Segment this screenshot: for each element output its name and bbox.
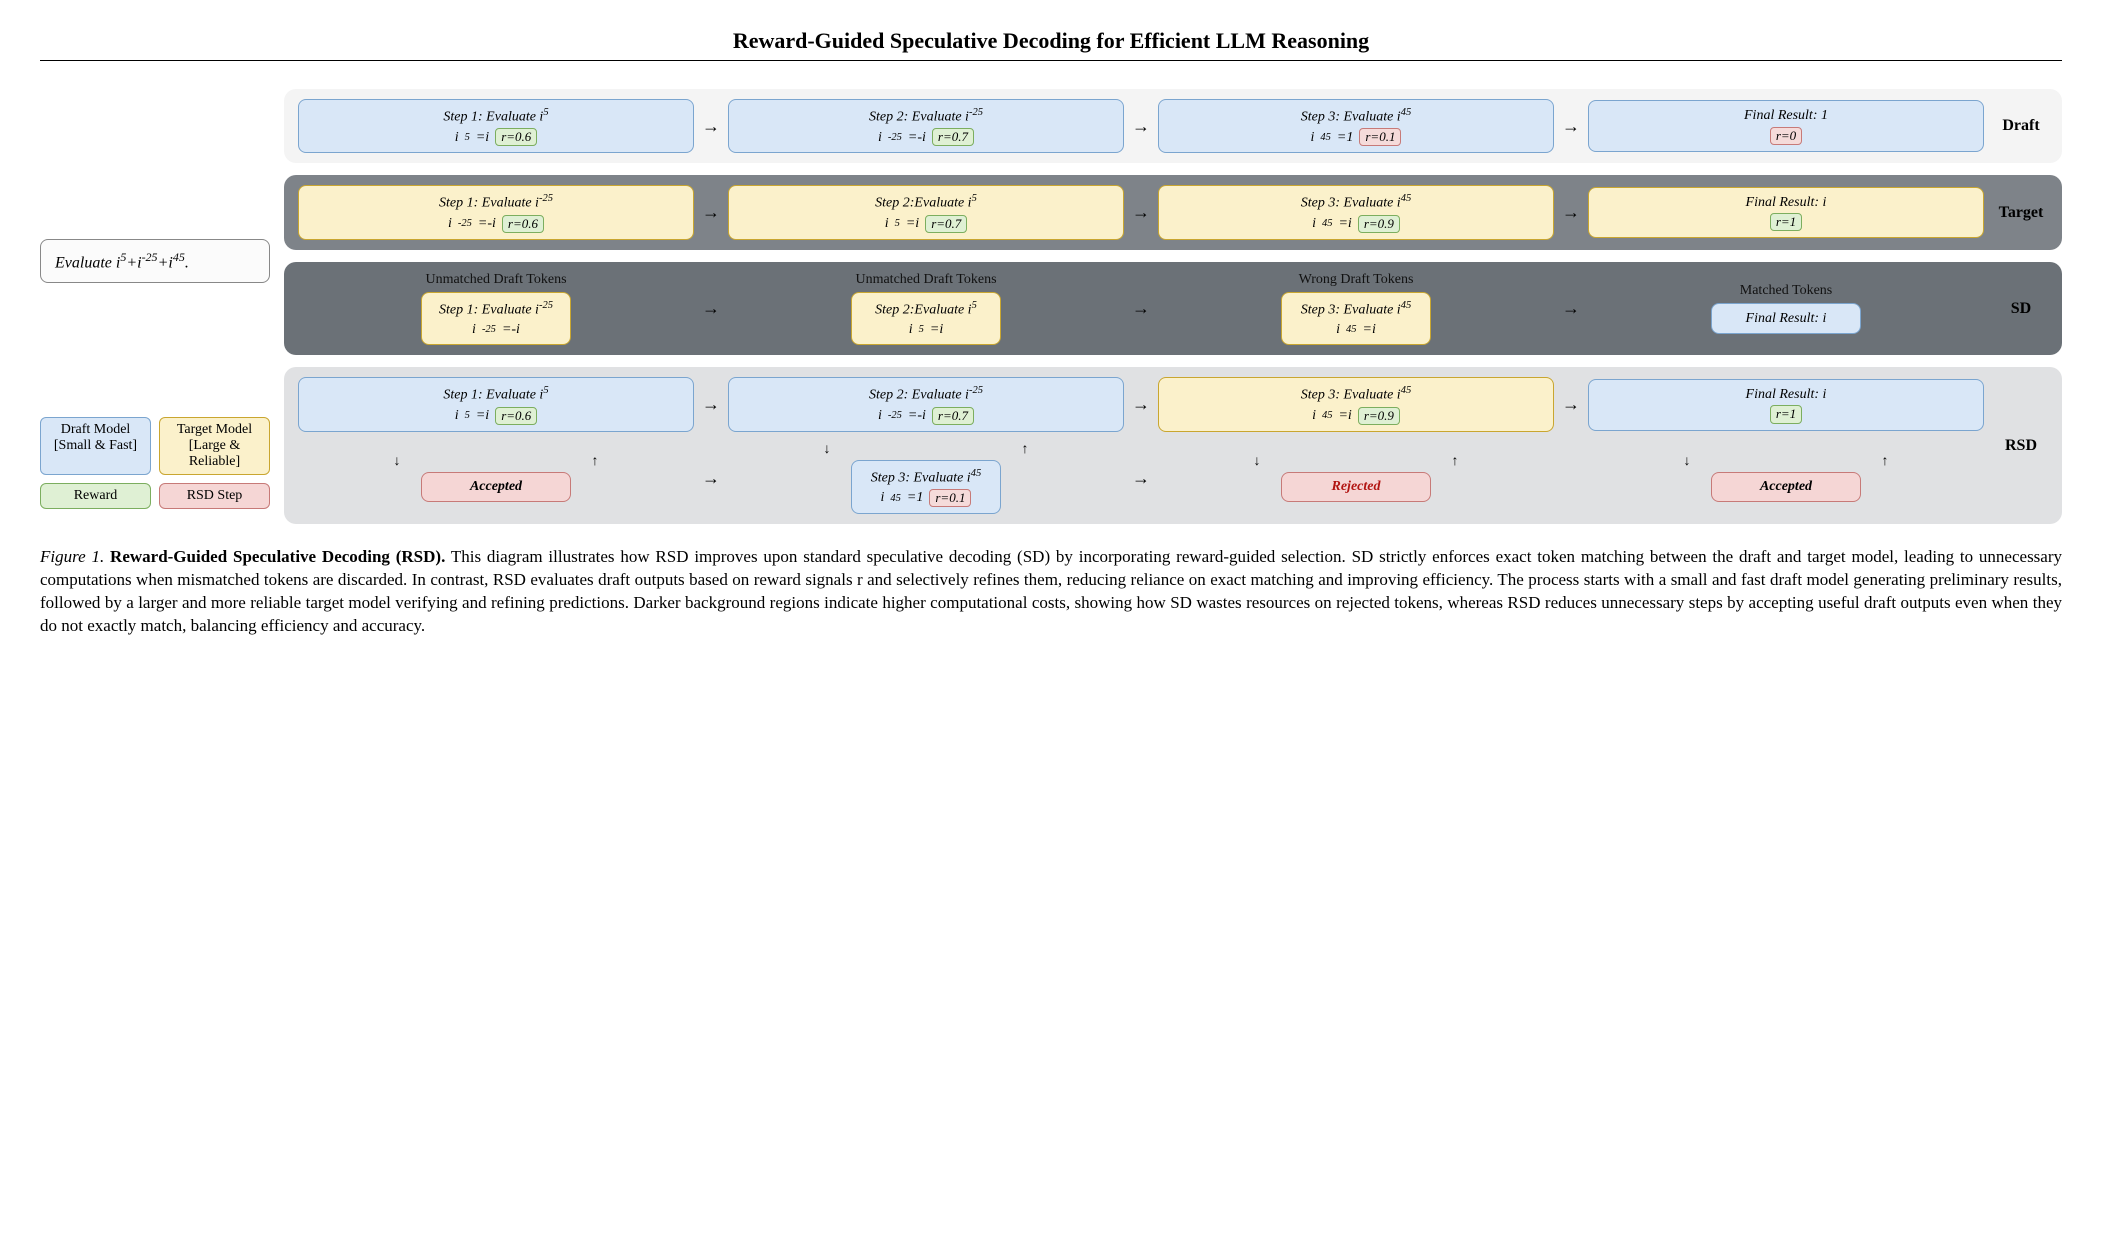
sd-header: Unmatched Draft Tokens bbox=[425, 272, 566, 288]
arrow-right-icon: → bbox=[1132, 468, 1150, 489]
row-draft-label: Draft bbox=[1994, 117, 2048, 135]
sd-column: Matched Tokens Final Result: i bbox=[1588, 283, 1984, 335]
spacer bbox=[1562, 468, 1580, 489]
legend: Draft Model [Small & Fast] Target Model … bbox=[40, 417, 270, 509]
arrow-right-icon: → bbox=[1132, 394, 1150, 415]
step-card: Step 3: Evaluate i45i45=i r=0.9 bbox=[1158, 377, 1554, 431]
step-card: Step 1: Evaluate i-25i-25=-i r=0.6 bbox=[298, 185, 694, 239]
sd-header: Matched Tokens bbox=[1740, 283, 1832, 299]
arrow-right-icon: → bbox=[1562, 116, 1580, 137]
reward-chip: r=0.1 bbox=[1359, 128, 1401, 146]
arrow-right-icon: → bbox=[1132, 116, 1150, 137]
row-rsd-label: RSD bbox=[1994, 437, 2048, 455]
step-card: Final Result: i r=1 bbox=[1588, 187, 1984, 239]
arrow-updown-icon: ↓↑ bbox=[1158, 454, 1554, 470]
arrow-right-icon: → bbox=[1562, 394, 1580, 415]
legend-draft: Draft Model [Small & Fast] bbox=[40, 417, 151, 475]
legend-rsd: RSD Step bbox=[159, 483, 270, 509]
arrow-right-icon: → bbox=[702, 202, 720, 223]
arrow-right-icon: → bbox=[1132, 202, 1150, 223]
arrow-updown-icon: ↓↑ bbox=[728, 442, 1124, 458]
step-card: Step 2:Evaluate i5i5=i bbox=[851, 292, 1001, 346]
figure-1: Evaluate i5+i-25+i45. Draft Model [Small… bbox=[40, 89, 2062, 524]
reward-chip: r=1 bbox=[1770, 213, 1802, 231]
rsd-column: ↓↑ Accepted bbox=[298, 454, 694, 502]
rsd-column: ↓↑ Step 3: Evaluate i45i45=1 r=0.1 bbox=[728, 442, 1124, 514]
title-rule bbox=[40, 60, 2062, 61]
arrow-updown-icon: ↓↑ bbox=[1588, 454, 1984, 470]
reward-chip: r=0.6 bbox=[495, 407, 537, 425]
arrow-right-icon: → bbox=[702, 298, 720, 319]
reward-chip: r=0.6 bbox=[495, 128, 537, 146]
caption-lead: Figure 1. bbox=[40, 547, 104, 566]
step-card: Step 2:Evaluate i5i5=i r=0.7 bbox=[728, 185, 1124, 239]
sd-column: Unmatched Draft Tokens Step 2:Evaluate i… bbox=[728, 272, 1124, 346]
step-card: Step 3: Evaluate i45i45=1 r=0.1 bbox=[851, 460, 1001, 514]
reward-chip: r=0.6 bbox=[502, 215, 544, 233]
row-sd: Unmatched Draft Tokens Step 1: Evaluate … bbox=[284, 262, 2062, 356]
row-rsd: Step 1: Evaluate i5i5=i r=0.6 → Step 2: E… bbox=[284, 367, 2062, 524]
row-target-steps: Step 1: Evaluate i-25i-25=-i r=0.6 → Step… bbox=[298, 185, 1984, 239]
figure-rows: Step 1: Evaluate i5i5=i r=0.6 → Step 2: E… bbox=[284, 89, 2062, 524]
arrow-right-icon: → bbox=[702, 394, 720, 415]
step-card: Step 1: Evaluate i5i5=i r=0.6 bbox=[298, 99, 694, 153]
arrow-updown-icon: ↓↑ bbox=[298, 454, 694, 470]
row-draft: Step 1: Evaluate i5i5=i r=0.6 → Step 2: E… bbox=[284, 89, 2062, 163]
reward-chip: r=0.9 bbox=[1358, 215, 1400, 233]
reward-chip: r=1 bbox=[1770, 405, 1802, 423]
rsd-status: Rejected bbox=[1281, 472, 1431, 502]
step-card: Final Result: i bbox=[1711, 303, 1861, 335]
legend-draft-label: Draft Model bbox=[47, 422, 144, 438]
row-rsd-top: Step 1: Evaluate i5i5=i r=0.6 → Step 2: E… bbox=[298, 377, 1984, 431]
reward-chip: r=0.9 bbox=[1358, 407, 1400, 425]
legend-reward-label: Reward bbox=[74, 488, 118, 503]
arrow-right-icon: → bbox=[702, 116, 720, 137]
row-draft-steps: Step 1: Evaluate i5i5=i r=0.6 → Step 2: E… bbox=[298, 99, 1984, 153]
reward-chip: r=0.1 bbox=[929, 489, 971, 507]
reward-chip: r=0.7 bbox=[932, 407, 974, 425]
step-card: Final Result: 1 r=0 bbox=[1588, 100, 1984, 152]
arrow-right-icon: → bbox=[1562, 202, 1580, 223]
rsd-status: Accepted bbox=[1711, 472, 1861, 502]
rsd-status: Accepted bbox=[421, 472, 571, 502]
arrow-right-icon: → bbox=[702, 468, 720, 489]
step-card: Step 2: Evaluate i-25i-25=-i r=0.7 bbox=[728, 377, 1124, 431]
paper-title: Reward-Guided Speculative Decoding for E… bbox=[40, 28, 2062, 54]
caption-bold: Reward-Guided Speculative Decoding (RSD)… bbox=[110, 547, 445, 566]
arrow-right-icon: → bbox=[1132, 298, 1150, 319]
legend-target-label: Target Model bbox=[166, 422, 263, 438]
step-card: Step 1: Evaluate i-25i-25=-i bbox=[421, 292, 571, 346]
sd-header: Unmatched Draft Tokens bbox=[855, 272, 996, 288]
rsd-column: ↓↑ Rejected bbox=[1158, 454, 1554, 502]
sd-column: Unmatched Draft Tokens Step 1: Evaluate … bbox=[298, 272, 694, 346]
legend-rsd-label: RSD Step bbox=[187, 488, 243, 503]
sd-column: Wrong Draft Tokens Step 3: Evaluate i45i… bbox=[1158, 272, 1554, 346]
row-target: Step 1: Evaluate i-25i-25=-i r=0.6 → Step… bbox=[284, 175, 2062, 249]
legend-reward: Reward bbox=[40, 483, 151, 509]
prompt-box: Evaluate i5+i-25+i45. bbox=[40, 239, 270, 283]
figure-left-column: Evaluate i5+i-25+i45. Draft Model [Small… bbox=[40, 89, 270, 509]
legend-draft-sub: [Small & Fast] bbox=[47, 438, 144, 454]
row-rsd-bottom: ↓↑ Accepted → ↓↑ Step 3: Evaluate i45i45=1 … bbox=[298, 442, 1984, 514]
row-rsd-inner: Step 1: Evaluate i5i5=i r=0.6 → Step 2: E… bbox=[298, 377, 1984, 514]
reward-chip: r=0.7 bbox=[932, 128, 974, 146]
arrow-right-icon: → bbox=[1562, 298, 1580, 319]
reward-chip: r=0.7 bbox=[925, 215, 967, 233]
row-sd-steps: Unmatched Draft Tokens Step 1: Evaluate … bbox=[298, 272, 1984, 346]
step-card: Step 3: Evaluate i45i45=i bbox=[1281, 292, 1431, 346]
row-target-label: Target bbox=[1994, 204, 2048, 222]
step-card: Step 2: Evaluate i-25i-25=-i r=0.7 bbox=[728, 99, 1124, 153]
figure-caption: Figure 1. Reward-Guided Speculative Deco… bbox=[40, 546, 2062, 638]
sd-header: Wrong Draft Tokens bbox=[1299, 272, 1414, 288]
row-sd-label: SD bbox=[1994, 300, 2048, 318]
legend-target: Target Model [Large & Reliable] bbox=[159, 417, 270, 475]
reward-chip: r=0 bbox=[1770, 127, 1802, 145]
rsd-column: ↓↑ Accepted bbox=[1588, 454, 1984, 502]
step-card: Step 3: Evaluate i45i45=1 r=0.1 bbox=[1158, 99, 1554, 153]
legend-target-sub: [Large & Reliable] bbox=[166, 438, 263, 470]
step-card: Step 3: Evaluate i45i45=i r=0.9 bbox=[1158, 185, 1554, 239]
step-card: Final Result: i r=1 bbox=[1588, 379, 1984, 431]
step-card: Step 1: Evaluate i5i5=i r=0.6 bbox=[298, 377, 694, 431]
